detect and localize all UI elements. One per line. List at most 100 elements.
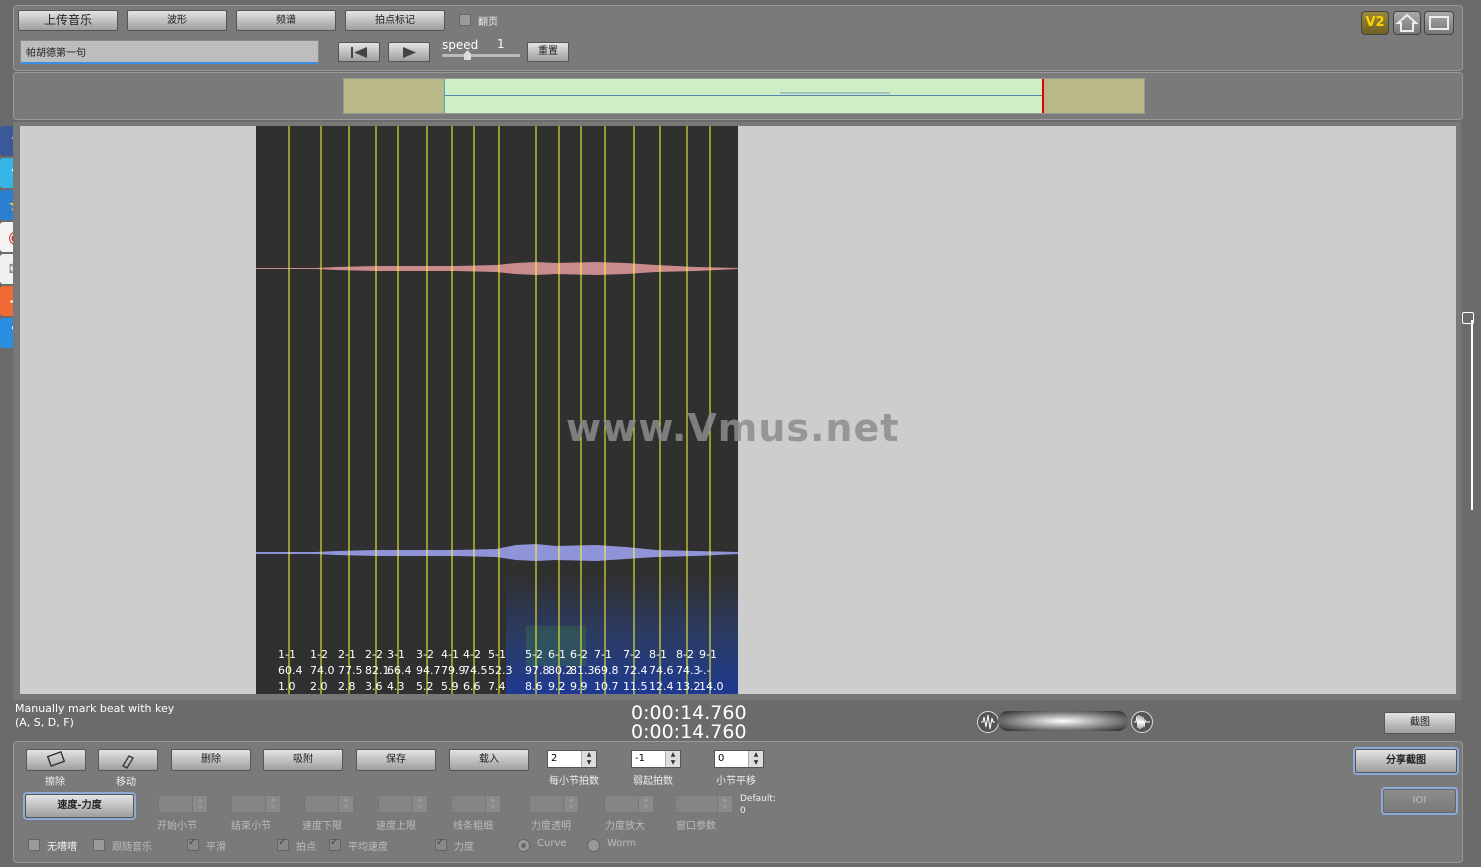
beat-label-column: 2-1 77.5 2.8 — [338, 647, 368, 694]
stepper-arrows-icon[interactable]: ▲ ▼ — [563, 796, 578, 812]
stepper-arrows-icon[interactable]: ▲ ▼ — [412, 796, 427, 812]
share-screenshot-button[interactable]: 分享截图 — [1355, 749, 1457, 773]
beat-tempo: 74.6 — [649, 664, 674, 677]
waveform-button[interactable]: 波形 — [127, 10, 227, 31]
play-button[interactable] — [388, 42, 430, 62]
worm-radio[interactable] — [587, 839, 600, 852]
avg-tempo-label: 平均速度 — [348, 842, 388, 853]
tempo-min-stepper[interactable]: ▲ ▼ — [304, 795, 354, 813]
beat-tempo: 52.3 — [488, 664, 513, 677]
curve-label: Curve — [537, 838, 567, 849]
stepper-arrows-icon[interactable]: ▲ ▼ — [192, 796, 207, 812]
home-icon[interactable] — [1393, 11, 1421, 35]
erase-button[interactable] — [26, 749, 86, 771]
beat-tempo: 74.0 — [310, 664, 335, 677]
dynamics-checkbox[interactable] — [435, 837, 447, 851]
delete-button[interactable]: 删除 — [171, 749, 251, 771]
smooth-checkbox[interactable] — [187, 837, 199, 851]
dynamics-scale-stepper[interactable]: ▲ ▼ — [604, 795, 654, 813]
beat-label: 1-1 — [278, 648, 296, 661]
waveform-zoom-icon[interactable] — [977, 711, 999, 733]
version-v2-icon[interactable]: V2 — [1361, 11, 1389, 35]
avg-tempo-checkbox[interactable] — [329, 837, 341, 851]
start-bar-stepper[interactable]: ▲ ▼ — [158, 795, 208, 813]
stepper-arrows-icon[interactable]: ▲ ▼ — [581, 751, 596, 767]
beats-per-bar-stepper[interactable]: 2 ▲ ▼ — [547, 750, 597, 768]
beat-label-column: 1-1 60.4 1.0 — [278, 647, 308, 694]
beat-tempo: 69.8 — [594, 664, 619, 677]
fullscreen-icon[interactable] — [1424, 11, 1454, 35]
beat-label-column: 7-1 69.8 10.7 — [594, 647, 624, 694]
load-button[interactable]: 载入 — [449, 749, 529, 771]
skip-back-icon — [351, 47, 367, 58]
smooth-label: 平滑 — [206, 842, 226, 853]
beat-label-column: 9-1 -.- 14.0 — [699, 647, 729, 694]
beat-tempo: 77.5 — [338, 664, 363, 677]
tempo-max-stepper[interactable]: ▲ ▼ — [378, 795, 428, 813]
beat-point-checkbox[interactable] — [277, 837, 289, 851]
beats-per-bar-value: 2 — [551, 753, 558, 764]
page-turn-checkbox[interactable] — [459, 14, 471, 26]
tempo-dynamics-button[interactable]: 速度-力度 — [25, 794, 134, 818]
overview-playhead[interactable] — [1042, 79, 1044, 113]
beat-tempo: 66.4 — [387, 664, 412, 677]
dynamics-opacity-stepper[interactable]: ▲ ▼ — [529, 795, 579, 813]
no-noise-checkbox[interactable] — [28, 839, 40, 851]
beat-mark-button[interactable]: 拍点标记 — [345, 10, 445, 31]
move-tool-icon — [122, 755, 134, 769]
reset-button[interactable]: 重置 — [527, 42, 569, 62]
song-title-field[interactable]: 帕胡德第一句 — [20, 40, 319, 64]
overview-selection[interactable] — [444, 79, 1043, 113]
default-label: Default: — [740, 794, 776, 804]
page-turn-label: 翻页 — [478, 17, 498, 28]
beat-label: 7-1 — [594, 648, 612, 661]
overview-timeline[interactable] — [343, 78, 1145, 114]
pickup-stepper[interactable]: -1 ▲ ▼ — [631, 750, 681, 768]
stepper-arrows-icon[interactable]: ▲ ▼ — [748, 751, 763, 767]
screenshot-button[interactable]: 截图 — [1384, 712, 1456, 734]
beat-time: 14.0 — [699, 680, 724, 693]
hint-line-2: (A, S, D, F) — [15, 716, 74, 729]
stepper-arrows-icon[interactable]: ▲ ▼ — [665, 751, 680, 767]
save-button[interactable]: 保存 — [356, 749, 436, 771]
upload-music-button[interactable]: 上传音乐 — [18, 10, 118, 31]
speed-slider[interactable] — [442, 50, 520, 60]
beat-tempo: 60.4 — [278, 664, 303, 677]
curve-radio[interactable] — [517, 839, 530, 852]
end-bar-stepper[interactable]: ▲ ▼ — [231, 795, 281, 813]
line-width-stepper[interactable]: ▲ ▼ — [451, 795, 501, 813]
beats-per-bar-label: 每小节拍数 — [549, 776, 599, 787]
beat-label-column: 3-1 66.4 4.3 — [387, 647, 417, 694]
stepper-arrows-icon[interactable]: ▲ ▼ — [265, 796, 280, 812]
tempo-max-label: 速度上限 — [376, 821, 416, 832]
zoom-slider[interactable] — [998, 711, 1128, 731]
stepper-arrows-icon[interactable]: ▲ ▼ — [717, 796, 732, 812]
default-value: 0 — [740, 806, 746, 816]
line-width-label: 线条粗细 — [453, 821, 493, 832]
window-param-stepper[interactable]: ▲ ▼ — [675, 795, 733, 813]
canvas-scrollbar[interactable] — [1471, 320, 1473, 510]
hint-line-1: Manually mark beat with key — [15, 702, 175, 715]
beat-label-column: 5-1 52.3 7.4 — [488, 647, 518, 694]
stepper-arrows-icon[interactable]: ▲ ▼ — [338, 796, 353, 812]
move-button[interactable] — [98, 749, 158, 771]
follow-music-label: 跟随音乐 — [112, 842, 152, 853]
follow-music-checkbox[interactable] — [93, 839, 105, 851]
beat-time: 12.4 — [649, 680, 674, 693]
spectrum-button[interactable]: 频谱 — [236, 10, 336, 31]
bar-shift-stepper[interactable]: 0 ▲ ▼ — [714, 750, 764, 768]
ioi-button[interactable]: IOI — [1383, 789, 1456, 813]
waveform-dense-icon[interactable] — [1131, 711, 1153, 733]
rewind-button[interactable] — [338, 42, 380, 62]
eraser-icon — [46, 751, 66, 767]
stepper-arrows-icon[interactable]: ▲ ▼ — [638, 796, 653, 812]
snap-button[interactable]: 吸附 — [263, 749, 343, 771]
move-label: 移动 — [116, 777, 136, 788]
start-bar-label: 开始小节 — [157, 821, 197, 832]
tempo-min-label: 速度下限 — [302, 821, 342, 832]
beat-label: 1-2 — [310, 648, 328, 661]
stepper-arrows-icon[interactable]: ▲ ▼ — [485, 796, 500, 812]
beat-label-column: 8-1 74.6 12.4 — [649, 647, 679, 694]
pickup-value: -1 — [635, 753, 645, 764]
beat-time: 4.3 — [387, 680, 405, 693]
